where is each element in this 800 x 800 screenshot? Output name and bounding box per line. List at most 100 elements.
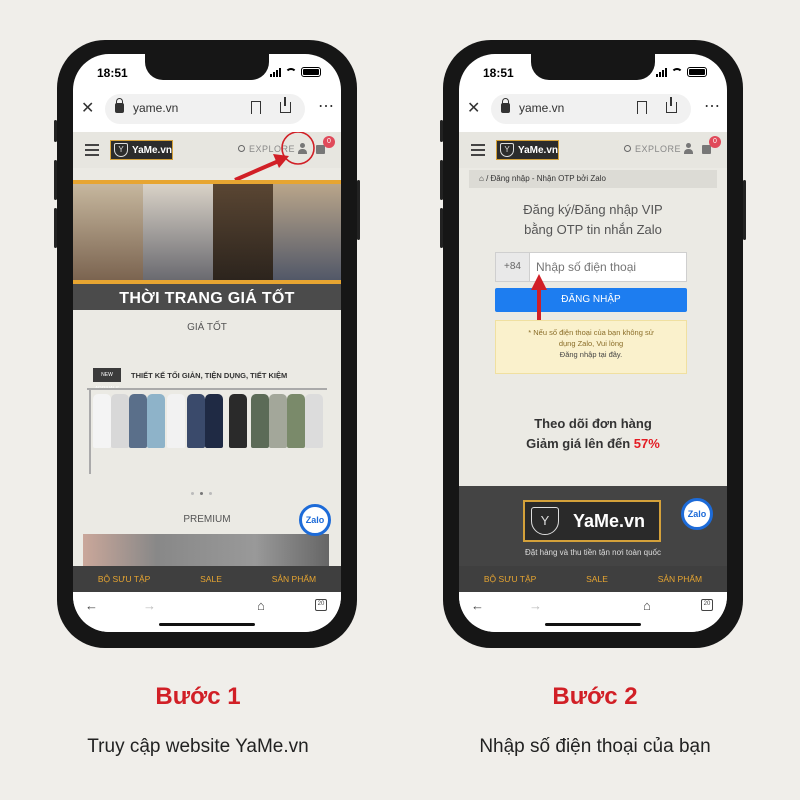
arrow-annotation: [234, 158, 282, 182]
more-icon[interactable]: ⋯: [704, 96, 721, 116]
nav-sale[interactable]: SALE: [586, 574, 608, 584]
note-login-link[interactable]: Đăng nhập tại đây.: [506, 349, 676, 360]
url-text: yame.vn: [519, 101, 565, 115]
screen: 18:51 ✕ yame.vn ⋯ Y YaMe.vn: [459, 54, 727, 632]
promo-banner[interactable]: NEW ARRIVALS THIẾT KẾ TỐI GIẢN, TIỆN DỤN…: [87, 364, 327, 474]
address-field[interactable]: yame.vn: [491, 94, 691, 124]
shirt-image: [129, 394, 147, 448]
tabs-icon[interactable]: 20: [701, 599, 713, 611]
menu-icon[interactable]: [85, 144, 99, 159]
follow-line2: Giảm giá lên đến 57%: [459, 434, 727, 454]
browser-url-bar: ✕ yame.vn ⋯: [73, 94, 341, 124]
follow-line2-text: Giảm giá lên đến: [526, 436, 634, 451]
phone-number-input[interactable]: [536, 258, 680, 276]
notch: [145, 54, 269, 80]
home-icon[interactable]: ⌂: [257, 598, 265, 613]
status-icons: [656, 67, 707, 77]
wifi-icon: [671, 68, 683, 77]
home-icon[interactable]: ⌂: [643, 598, 651, 613]
order-tracking-promo: Theo dõi đơn hàng Giảm giá lên đến 57%: [459, 414, 727, 454]
note-line2: dụng Zalo, Vui lòng: [558, 339, 624, 348]
login-button[interactable]: ĐĂNG NHẬP: [495, 288, 687, 312]
shirt-image: [205, 394, 223, 448]
rack-pole: [89, 388, 91, 474]
wifi-icon: [285, 68, 297, 77]
site-header: Y YaMe.vn EXPLORE 0: [459, 132, 727, 168]
browser-url-bar: ✕ yame.vn ⋯: [459, 94, 727, 124]
back-icon[interactable]: ←: [85, 598, 98, 613]
breadcrumb: ⌂ / Đăng nhập - Nhận OTP bởi Zalo: [469, 170, 717, 188]
share-icon[interactable]: [666, 97, 677, 113]
more-icon[interactable]: ⋯: [318, 96, 335, 116]
shirt-image: [251, 394, 269, 448]
notch: [531, 54, 655, 80]
step1-description: Truy cập website YaMe.vn: [87, 736, 309, 757]
zalo-note: * Nếu số điện thoại của bạn không sử dụn…: [495, 320, 687, 374]
bookmark-icon[interactable]: [251, 101, 261, 114]
footer-logo-text: YaMe.vn: [573, 511, 646, 531]
nav-collection[interactable]: BỘ SƯU TẬP: [98, 574, 150, 584]
lock-icon: [115, 98, 124, 113]
hero-banner[interactable]: THỜI TRANG GIÁ TỐT: [73, 180, 341, 310]
login-title-line1: Đăng ký/Đăng nhập VIP: [523, 202, 663, 217]
hero-photo-part: [73, 184, 143, 280]
menu-icon[interactable]: [471, 144, 485, 159]
site-logo[interactable]: Y YaMe.vn: [110, 140, 173, 160]
site-bottom-nav: BỘ SƯU TẬP SALE SẢN PHẨM: [459, 566, 727, 592]
volume-down-button: [54, 208, 57, 248]
explore-link[interactable]: EXPLORE: [624, 144, 681, 154]
nav-products[interactable]: SẢN PHẨM: [272, 574, 316, 584]
volume-up-button: [54, 160, 57, 200]
carousel-dots[interactable]: [191, 492, 212, 495]
home-breadcrumb-icon[interactable]: ⌂: [479, 174, 484, 183]
user-icon[interactable]: [684, 143, 693, 154]
shirt-image: [167, 394, 185, 448]
zalo-chat-button[interactable]: Zalo: [681, 498, 713, 530]
nav-collection[interactable]: BỘ SƯU TẬP: [484, 574, 536, 584]
back-icon[interactable]: ←: [471, 598, 484, 613]
address-field[interactable]: yame.vn: [105, 94, 305, 124]
hero-title: THỜI TRANG GIÁ TỐT: [73, 284, 341, 310]
tabs-icon[interactable]: 20: [315, 599, 327, 611]
shirt-image: [269, 394, 287, 448]
forward-icon[interactable]: →: [143, 598, 156, 613]
close-icon[interactable]: ✕: [467, 98, 480, 118]
nav-sale[interactable]: SALE: [200, 574, 222, 584]
explore-label: EXPLORE: [635, 144, 682, 154]
browser-toolbar: ← → ⌂ 20: [73, 592, 341, 632]
home-indicator: [545, 623, 641, 626]
step2-label: Bước 2: [552, 683, 638, 710]
follow-line1: Theo dõi đơn hàng: [534, 416, 652, 431]
premium-banner[interactable]: [83, 534, 329, 566]
phone-step2: 18:51 ✕ yame.vn ⋯ Y YaMe.vn EXPLORE 0 ⌂ …: [440, 40, 746, 648]
breadcrumb-current: Đăng nhập - Nhận OTP bởi Zalo: [490, 174, 606, 183]
shirt-image: [111, 394, 129, 448]
site-logo[interactable]: Y YaMe.vn: [496, 140, 559, 160]
logo-shield-icon: Y: [114, 143, 128, 157]
battery-icon: [301, 67, 321, 77]
share-icon[interactable]: [280, 97, 291, 113]
cart-icon[interactable]: [702, 145, 711, 154]
mute-switch: [440, 120, 443, 142]
website-content: Y YaMe.vn EXPLORE 0 ⌂ / Đăng nhập - Nhận…: [459, 132, 727, 566]
forward-icon[interactable]: →: [529, 598, 542, 613]
hero-photo-part: [273, 184, 341, 280]
shirt-image: [229, 394, 247, 448]
login-title: Đăng ký/Đăng nhập VIP bằng OTP tin nhắn …: [459, 200, 727, 240]
shirt-image: [187, 394, 205, 448]
url-text: yame.vn: [133, 101, 179, 115]
battery-icon: [687, 67, 707, 77]
promo-title: THIẾT KẾ TỐI GIẢN, TIỆN DỤNG, TIẾT KIỆM: [131, 371, 288, 380]
shirt-image: [93, 394, 111, 448]
arrow-head: [531, 274, 547, 290]
nav-products[interactable]: SẢN PHẨM: [658, 574, 702, 584]
close-icon[interactable]: ✕: [81, 98, 94, 118]
phone-step1: 18:51 ✕ yame.vn ⋯ Y YaMe.vn EXPLORE 0 TH…: [54, 40, 360, 648]
logo-shield-icon: Y: [500, 143, 514, 157]
zalo-chat-button[interactable]: Zalo: [299, 504, 331, 536]
status-time: 18:51: [483, 66, 514, 80]
bookmark-icon[interactable]: [637, 101, 647, 114]
country-code: +84: [496, 253, 530, 281]
shirt-image: [287, 394, 305, 448]
screen: 18:51 ✕ yame.vn ⋯ Y YaMe.vn: [73, 54, 341, 632]
